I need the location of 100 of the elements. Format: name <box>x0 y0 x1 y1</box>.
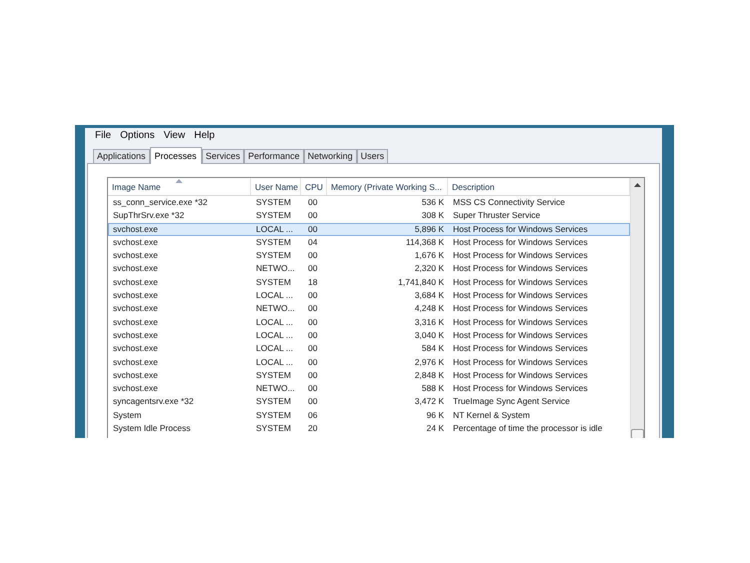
table-cell-text: SYSTEM <box>255 423 292 434</box>
process-row[interactable]: svchost.exe LOCAL ... 00 3,684 K Host Process for Windows Services <box>108 289 630 302</box>
table-cell-text: Host Process for Windows Services <box>452 356 589 368</box>
table-cell-text: Host Process for Windows Services <box>452 343 589 355</box>
table-cell-text: svchost.exe <box>112 330 159 342</box>
table-cell-text: Host Process for Windows Services <box>452 263 589 275</box>
table-cell-text: 3,472 K <box>414 396 445 408</box>
process-row[interactable]: svchost.exe SYSTEM 18 1,741,840 K Host Process for Windows Services <box>108 276 630 290</box>
process-row[interactable]: svchost.exe NETWO... 00 4,248 K Host Process for Windows Services <box>108 302 630 316</box>
table-cell-text: Host Process for Windows Services <box>452 330 589 342</box>
table-cell-text: SYSTEM <box>255 410 292 422</box>
table-cell-text: svchost.exe <box>112 356 159 368</box>
table-cell-text: Host Process for Windows Services <box>452 383 589 394</box>
table-cell-text: LOCAL ... <box>255 316 294 328</box>
table-cell-text: 00 <box>307 383 318 394</box>
table-cell-text: 4,248 K <box>414 303 445 315</box>
table-cell-text: Host Process for Windows Services <box>452 370 589 382</box>
menu-item[interactable]: View <box>160 128 190 142</box>
table-cell-text: svchost.exe <box>112 290 159 302</box>
table-cell-text: SYSTEM <box>255 210 292 222</box>
scroll-up-icon[interactable] <box>634 183 641 187</box>
table-cell-text: LOCAL ... <box>255 290 294 302</box>
table-cell-text: 00 <box>307 303 318 315</box>
process-row[interactable]: System Idle Process SYSTEM 20 24 K Percentage of time the processor is idle <box>108 422 630 436</box>
table-cell-text: svchost.exe <box>112 276 159 288</box>
table-cell-text: LOCAL ... <box>255 330 294 342</box>
table-cell-text: 5,896 K <box>414 224 445 235</box>
table-cell-text: 00 <box>307 290 318 302</box>
tab[interactable]: Performance <box>244 149 304 163</box>
menu-item[interactable]: Help <box>190 128 219 142</box>
table-cell-text: 2,848 K <box>414 370 445 382</box>
sort-arrow-icon <box>176 179 182 183</box>
table-cell-text: 00 <box>307 210 318 222</box>
table-cell-text: 1,741,840 K <box>397 276 445 288</box>
column-header[interactable]: CPU <box>301 178 327 195</box>
table-cell-text: Host Process for Windows Services <box>452 316 589 328</box>
process-row[interactable]: svchost.exe LOCAL ... 00 3,316 K Host Process for Windows Services <box>108 316 630 329</box>
process-row[interactable]: svchost.exe LOCAL ... 00 2,976 K Host Process for Windows Services <box>108 356 630 369</box>
table-cell-text: SYSTEM <box>255 236 292 248</box>
table-cell-text: NT Kernel & System <box>452 410 531 422</box>
menu-item[interactable]: File <box>91 128 116 142</box>
table-cell-text: SYSTEM <box>255 250 292 262</box>
table-cell-text: svchost.exe <box>112 383 159 394</box>
process-row[interactable]: svchost.exe LOCAL ... 00 3,040 K Host Process for Windows Services <box>108 328 630 342</box>
table-cell-text: SYSTEM <box>255 370 292 382</box>
process-row[interactable]: syncagentsrv.exe *32 SYSTEM 00 3,472 K TrueImage Sync Agent Service <box>108 395 630 409</box>
table-cell-text: svchost.exe <box>112 236 159 248</box>
column-header[interactable]: User Name <box>251 178 301 195</box>
menu-item[interactable]: Options <box>116 128 159 142</box>
column-header[interactable]: Memory (Private Working S... <box>327 178 448 195</box>
process-row[interactable]: svchost.exe SYSTEM 04 114,368 K Host Process for Windows Services <box>108 236 630 250</box>
process-row[interactable]: System SYSTEM 06 96 K NT Kernel & System <box>108 408 630 422</box>
process-row[interactable]: svchost.exe NETWO... 00 588 K Host Process for Windows Services <box>108 382 630 396</box>
table-cell-text: 24 K <box>426 423 445 434</box>
process-row[interactable]: svchost.exe NETWO... 00 2,320 K Host Process for Windows Services <box>108 262 630 276</box>
tab[interactable]: Applications <box>93 149 150 163</box>
table-cell-text: 00 <box>307 224 318 235</box>
table-cell-text: 308 K <box>420 210 445 222</box>
process-row[interactable]: svchost.exe LOCAL ... 00 584 K Host Process for Windows Services <box>108 342 630 356</box>
table-cell-text: Host Process for Windows Services <box>452 250 589 262</box>
table-cell-text: 00 <box>307 356 318 368</box>
tab[interactable]: Services <box>202 149 244 163</box>
table-cell-text: LOCAL ... <box>255 356 294 368</box>
table-cell-text: svchost.exe <box>112 343 159 355</box>
process-row[interactable]: SupThrSrv.exe *32 SYSTEM 00 308 K Super Thruster Service <box>108 209 630 223</box>
table-cell-text: Host Process for Windows Services <box>452 303 589 315</box>
table-cell-text: NETWO... <box>255 383 296 394</box>
table-cell-text: svchost.exe <box>112 316 159 328</box>
table-cell-text: 00 <box>307 330 318 342</box>
table-cell-text: svchost.exe <box>112 250 159 262</box>
table-cell-text: 18 <box>307 276 318 288</box>
table-cell-text: svchost.exe <box>112 224 159 235</box>
table-cell-text: 2,976 K <box>414 356 445 368</box>
table-cell-text: 20 <box>307 423 318 434</box>
tab[interactable]: Users <box>356 149 388 163</box>
process-row[interactable]: ss_conn_service.exe *32 SYSTEM 00 536 K MSS CS Connectivity Service <box>108 196 630 210</box>
table-cell-text: 3,684 K <box>414 290 445 302</box>
table-cell-text: 00 <box>307 250 318 262</box>
scroll-thumb[interactable] <box>631 429 644 438</box>
table-cell-text: 114,368 K <box>404 236 445 248</box>
tab[interactable]: Processes <box>150 147 202 164</box>
scrollbar[interactable] <box>630 178 644 438</box>
table-cell-text: syncagentsrv.exe *32 <box>112 396 195 408</box>
table-cell-text: SYSTEM <box>255 396 292 408</box>
process-row[interactable]: svchost.exe SYSTEM 00 1,676 K Host Process for Windows Services <box>108 249 630 262</box>
table-cell-text: svchost.exe <box>112 303 159 315</box>
table-cell-text: 00 <box>307 316 318 328</box>
process-row[interactable]: svchost.exe SYSTEM 00 2,848 K Host Process for Windows Services <box>108 368 630 382</box>
table-cell-text: 00 <box>307 343 318 355</box>
table-cell-text: ss_conn_service.exe *32 <box>112 197 209 208</box>
table-cell-text: 1,676 K <box>414 250 445 262</box>
column-header[interactable]: Image Name <box>108 178 251 195</box>
tab[interactable]: Networking <box>304 149 357 163</box>
table-cell-text: MSS CS Connectivity Service <box>452 197 566 208</box>
process-row[interactable]: svchost.exe LOCAL ... 00 5,896 K Host Process for Windows Services <box>108 222 630 236</box>
table-cell-text: svchost.exe <box>112 370 159 382</box>
table-cell-text: SYSTEM <box>255 197 292 208</box>
table-cell-text: 3,040 K <box>414 330 445 342</box>
table-cell-text: 588 K <box>420 383 445 394</box>
table-cell-text: 536 K <box>420 197 445 208</box>
